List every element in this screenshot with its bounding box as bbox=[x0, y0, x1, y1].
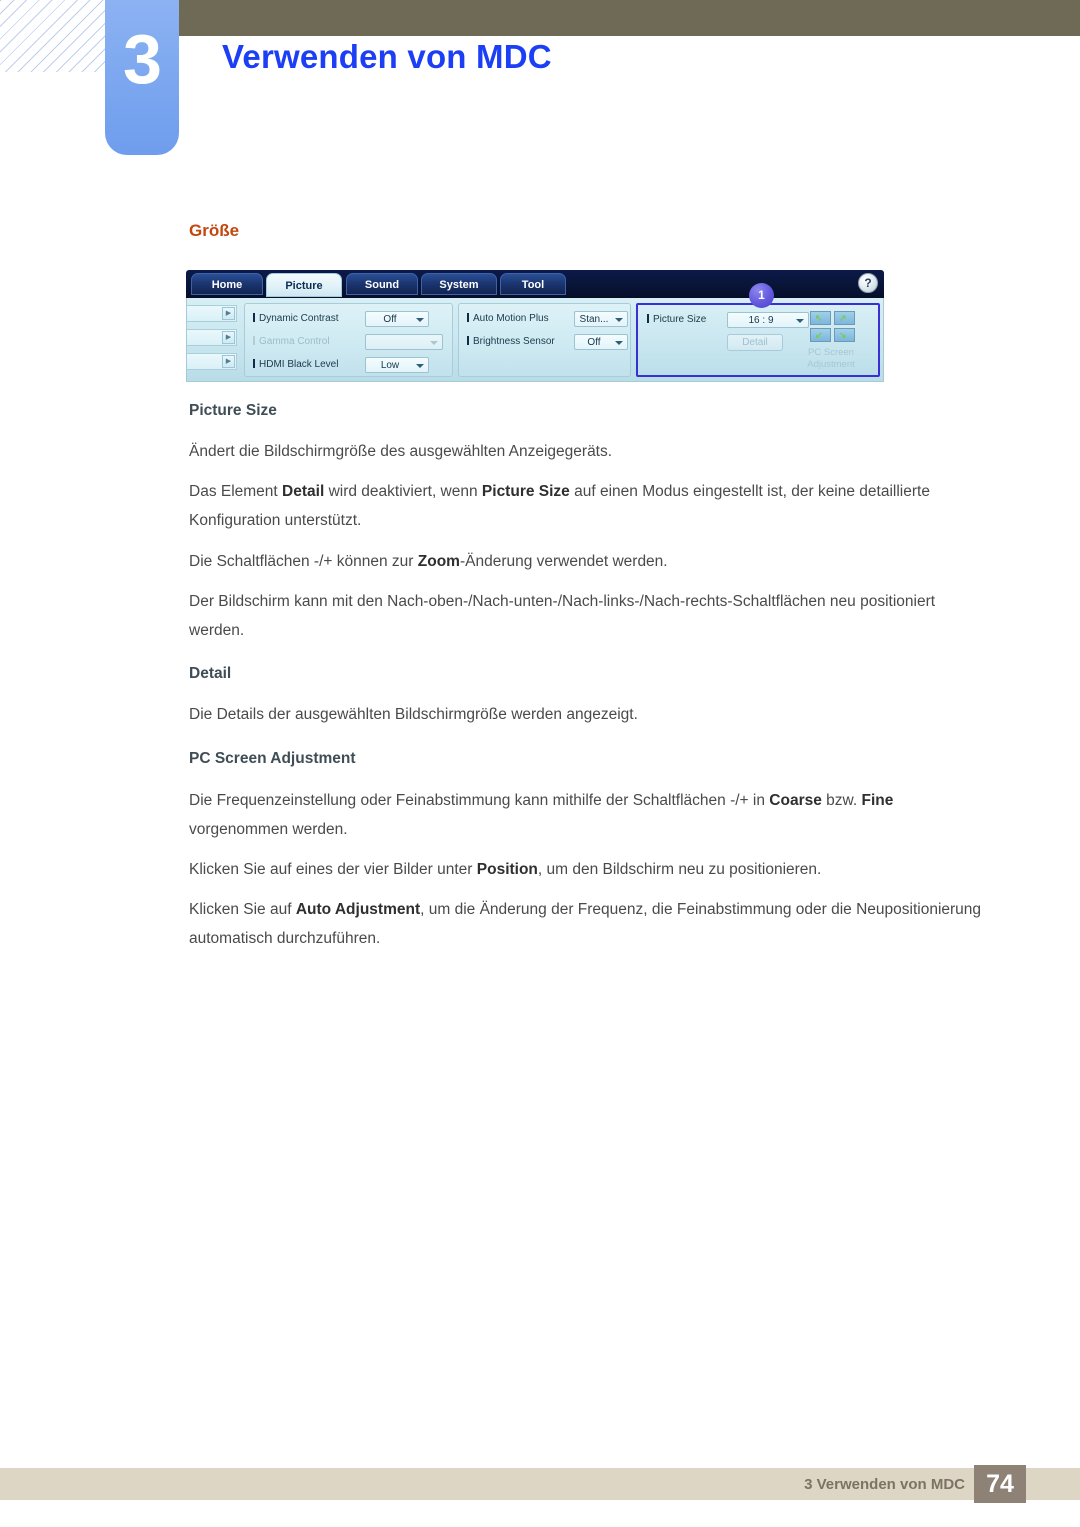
mdc-group-picture-size-highlight: Picture Size 16 : 9 Detail ↖ ↗ ↙ ↘ PC Sc… bbox=[636, 303, 880, 377]
subheading-detail: Detail bbox=[189, 665, 232, 682]
label-brightness-sensor: Brightness Sensor bbox=[467, 333, 555, 351]
paragraph-detail-disabled-bold-picture-size: Picture Size bbox=[481, 483, 570, 500]
dropdown-gamma-control[interactable] bbox=[365, 334, 443, 350]
dropdown-picture-size-value: 16 : 9 bbox=[748, 315, 774, 326]
paragraph-frequency-a: Die Frequenzeinstellung oder Feinabstimm… bbox=[189, 792, 770, 809]
pc-screen-adjustment-label-line2: Adjustment bbox=[807, 359, 855, 370]
paragraph-reposition: Der Bildschirm kann mit den Nach-oben-/N… bbox=[189, 593, 936, 639]
label-dynamic-contrast: Dynamic Contrast bbox=[253, 310, 338, 328]
dropdown-dynamic-contrast-value: Off bbox=[383, 314, 397, 325]
paragraph-detail-disabled-bold-detail: Detail bbox=[282, 483, 325, 500]
paragraph-auto-adjustment-bold: Auto Adjustment bbox=[295, 901, 421, 918]
paragraph-zoom-c: -Änderung verwendet werden. bbox=[459, 553, 668, 570]
tab-picture[interactable]: Picture bbox=[266, 273, 342, 297]
paragraph-position-c: , um den Bildschirm neu zu positionieren… bbox=[537, 861, 822, 878]
pc-screen-adjustment-label-line1: PC Screen bbox=[808, 347, 854, 358]
tab-home[interactable]: Home bbox=[191, 273, 263, 295]
mdc-left-stub-column: ▶ ▶ ▶ bbox=[187, 299, 239, 381]
label-auto-motion-plus: Auto Motion Plus bbox=[467, 310, 549, 328]
paragraph-position-a: Klicken Sie auf eines der vier Bilder un… bbox=[189, 861, 477, 878]
paragraph-auto-adjustment-a: Klicken Sie auf bbox=[189, 901, 296, 918]
dropdown-picture-size[interactable]: 16 : 9 bbox=[727, 312, 809, 328]
arrow-up-left-icon: ↖ bbox=[815, 313, 823, 323]
paragraph-frequency-bold-fine: Fine bbox=[861, 792, 894, 809]
label-hdmi-black-level: HDMI Black Level bbox=[253, 356, 338, 374]
grid-cell-bottom-left[interactable]: ↙ bbox=[810, 328, 831, 342]
tab-sound[interactable]: Sound bbox=[346, 273, 418, 295]
page-number: 74 bbox=[974, 1465, 1026, 1503]
mdc-screenshot-figure: Home Picture Sound System Tool ? ▶ ▶ ▶ D… bbox=[186, 270, 884, 382]
subheading-pc-screen-adjustment: PC Screen Adjustment bbox=[189, 750, 356, 767]
callout-badge-1: 1 bbox=[749, 283, 774, 308]
grid-cell-top-right[interactable]: ↗ bbox=[834, 311, 855, 325]
hatch-decoration bbox=[0, 0, 108, 72]
arrow-down-right-icon: ↘ bbox=[839, 330, 847, 340]
paragraph-frequency-c: bzw. bbox=[821, 792, 862, 809]
chevron-right-icon[interactable]: ▶ bbox=[222, 307, 235, 320]
paragraph-frequency-d: vorgenommen werden. bbox=[189, 821, 348, 838]
paragraph-picture-size-desc: Ändert die Bildschirmgröße des ausgewähl… bbox=[189, 443, 613, 460]
stub-row-1[interactable]: ▶ bbox=[187, 305, 237, 322]
tab-system[interactable]: System bbox=[421, 273, 497, 295]
detail-button[interactable]: Detail bbox=[727, 334, 783, 351]
paragraph-detail-disabled-c: wird deaktiviert, wenn bbox=[324, 483, 482, 500]
mdc-tab-strip: Home Picture Sound System Tool ? bbox=[186, 270, 884, 298]
help-icon[interactable]: ? bbox=[858, 273, 878, 293]
mdc-group-motion-controls: Auto Motion Plus Stan... Brightness Sens… bbox=[458, 303, 631, 377]
label-picture-size: Picture Size bbox=[647, 311, 706, 329]
paragraph-detail-disabled-a: Das Element bbox=[189, 483, 283, 500]
paragraph-detail-desc: Die Details der ausgewählten Bildschirmg… bbox=[189, 706, 638, 723]
grid-cell-top-left[interactable]: ↖ bbox=[810, 311, 831, 325]
tab-tool[interactable]: Tool bbox=[500, 273, 566, 295]
paragraph-position-bold: Position bbox=[476, 861, 538, 878]
pc-screen-adjustment-grid-icon[interactable]: ↖ ↗ ↙ ↘ bbox=[810, 311, 856, 343]
footer-text: 3 Verwenden von MDC bbox=[804, 1476, 965, 1493]
dropdown-dynamic-contrast[interactable]: Off bbox=[365, 311, 429, 327]
dropdown-hdmi-black-level[interactable]: Low bbox=[365, 357, 429, 373]
grid-cell-bottom-right[interactable]: ↘ bbox=[834, 328, 855, 342]
page-title: Verwenden von MDC bbox=[222, 38, 552, 75]
stub-row-3[interactable]: ▶ bbox=[187, 353, 237, 370]
dropdown-brightness-sensor[interactable]: Off bbox=[574, 334, 628, 350]
dropdown-auto-motion-plus[interactable]: Stan... bbox=[574, 311, 628, 327]
section-heading-groesse: Größe bbox=[189, 221, 240, 240]
paragraph-frequency-bold-coarse: Coarse bbox=[769, 792, 822, 809]
chevron-right-icon[interactable]: ▶ bbox=[222, 331, 235, 344]
paragraph-zoom-a: Die Schaltflächen -/+ können zur bbox=[189, 553, 418, 570]
chapter-number-badge: 3 bbox=[105, 0, 179, 155]
dropdown-brightness-sensor-value: Off bbox=[587, 337, 601, 348]
chevron-right-icon[interactable]: ▶ bbox=[222, 355, 235, 368]
label-gamma-control: Gamma Control bbox=[253, 333, 330, 351]
mdc-group-picture-controls: Dynamic Contrast Off Gamma Control HDMI … bbox=[244, 303, 453, 377]
arrow-up-right-icon: ↗ bbox=[839, 313, 847, 323]
arrow-down-left-icon: ↙ bbox=[815, 330, 823, 340]
stub-row-2[interactable]: ▶ bbox=[187, 329, 237, 346]
dropdown-hdmi-black-level-value: Low bbox=[380, 360, 400, 371]
paragraph-zoom-bold: Zoom bbox=[417, 553, 460, 570]
header-olive-bar bbox=[175, 0, 1080, 36]
dropdown-auto-motion-plus-value: Stan... bbox=[579, 314, 609, 325]
subheading-picture-size: Picture Size bbox=[189, 402, 277, 419]
